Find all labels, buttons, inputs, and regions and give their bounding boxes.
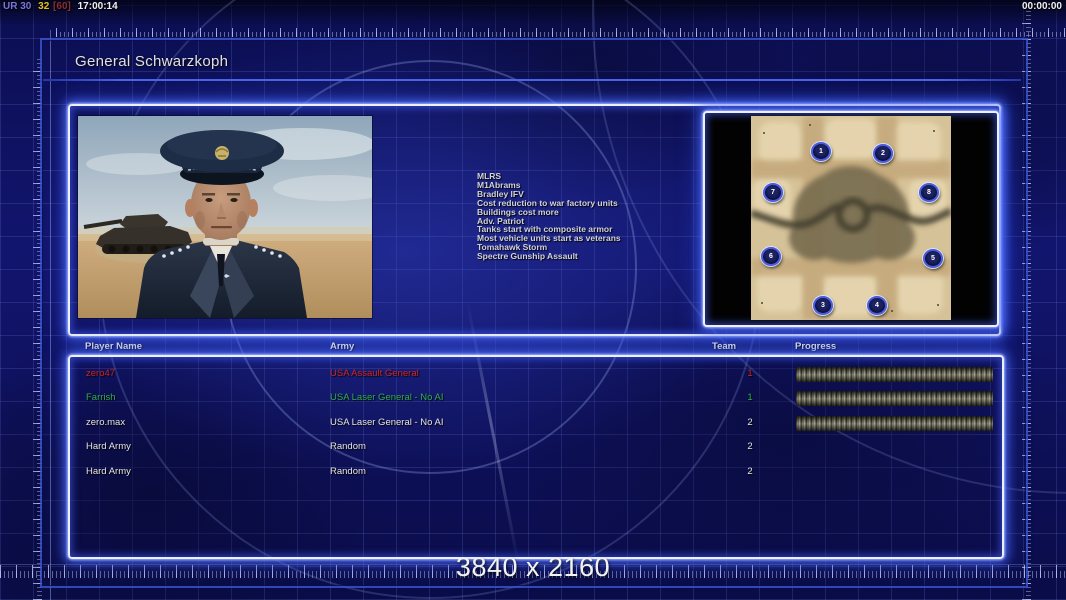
resolution-label: 3840 x 2160 xyxy=(455,552,611,582)
column-team: Team xyxy=(712,341,737,352)
player-name-cell: zero47 xyxy=(86,368,116,379)
page-title: General Schwarzkoph xyxy=(75,53,229,70)
match-timer: 00:00:00 xyxy=(1021,1,1062,12)
team-cell: 2 xyxy=(747,441,753,453)
team-cell: 1 xyxy=(747,368,753,379)
title-divider xyxy=(43,79,1021,81)
team-cell: 1 xyxy=(747,392,753,404)
fps-value: 32 xyxy=(38,1,50,12)
table-row: Farrish USA Laser General - No AI 1 xyxy=(70,387,1002,411)
progress-bar xyxy=(796,367,993,382)
column-player-name: Player Name xyxy=(85,341,143,352)
map-terrain xyxy=(751,116,951,320)
progress-bar xyxy=(796,415,993,431)
progress-bar-fill xyxy=(796,391,993,407)
general-traits-list: MLRS M1Abrams Bradley IFV Cost reduction to… xyxy=(477,172,621,261)
army-cell: USA Assault General xyxy=(330,368,419,379)
column-army: Army xyxy=(330,341,355,352)
clock: 17:00:14 xyxy=(77,1,118,12)
player-name-cell: Farrish xyxy=(86,392,116,404)
player-name-cell: Hard Army xyxy=(86,465,131,477)
team-cell: 2 xyxy=(747,465,753,477)
army-cell: Random xyxy=(330,465,366,477)
table-row: zero.max USA Laser General - No AI 2 xyxy=(70,412,1002,436)
map-image: 12786534 xyxy=(751,116,951,322)
army-cell: USA Laser General - No AI xyxy=(330,392,444,404)
start-position-marker: 5 xyxy=(923,249,943,269)
table-row: Hard Army Random 2 xyxy=(70,436,1002,460)
trait-item: Spectre Gunship Assault xyxy=(477,251,578,262)
army-cell: Random xyxy=(330,441,366,453)
table-row: Hard Army Random 2 xyxy=(70,461,1002,485)
team-cell: 2 xyxy=(747,416,753,428)
progress-bar xyxy=(796,391,993,407)
progress-bar-fill xyxy=(796,415,993,431)
progress-bar-fill xyxy=(796,367,993,382)
net-rate-label: UR 30 xyxy=(3,1,32,12)
start-position-marker: 6 xyxy=(761,247,781,267)
start-position-marker: 1 xyxy=(811,141,831,161)
player-name-cell: Hard Army xyxy=(86,441,131,453)
fps-cap: [60] xyxy=(53,1,71,12)
start-position-marker: 2 xyxy=(873,144,893,164)
top-ruler xyxy=(56,28,1066,37)
portrait-art xyxy=(78,116,393,318)
table-row: zero47 USA Assault General 1 xyxy=(70,363,1002,387)
loading-screen: UR 30 32 [60] 17:00:14 00:00:00 General … xyxy=(0,0,1066,600)
army-cell: USA Laser General - No AI xyxy=(330,416,444,428)
general-info-panel: MLRS M1Abrams Bradley IFV Cost reduction to… xyxy=(68,104,1001,336)
player-name-cell: zero.max xyxy=(86,416,126,428)
column-progress: Progress xyxy=(795,341,837,352)
player-table-panel: zero47 USA Assault General 1 Farrish USA Las… xyxy=(68,355,1004,559)
general-portrait xyxy=(78,116,393,318)
debug-status-bar: UR 30 32 [60] 17:00:14 xyxy=(3,1,122,12)
player-rows: zero47 USA Assault General 1 Farrish USA Las… xyxy=(70,363,1002,485)
map-preview-panel: 12786534 xyxy=(703,111,999,327)
